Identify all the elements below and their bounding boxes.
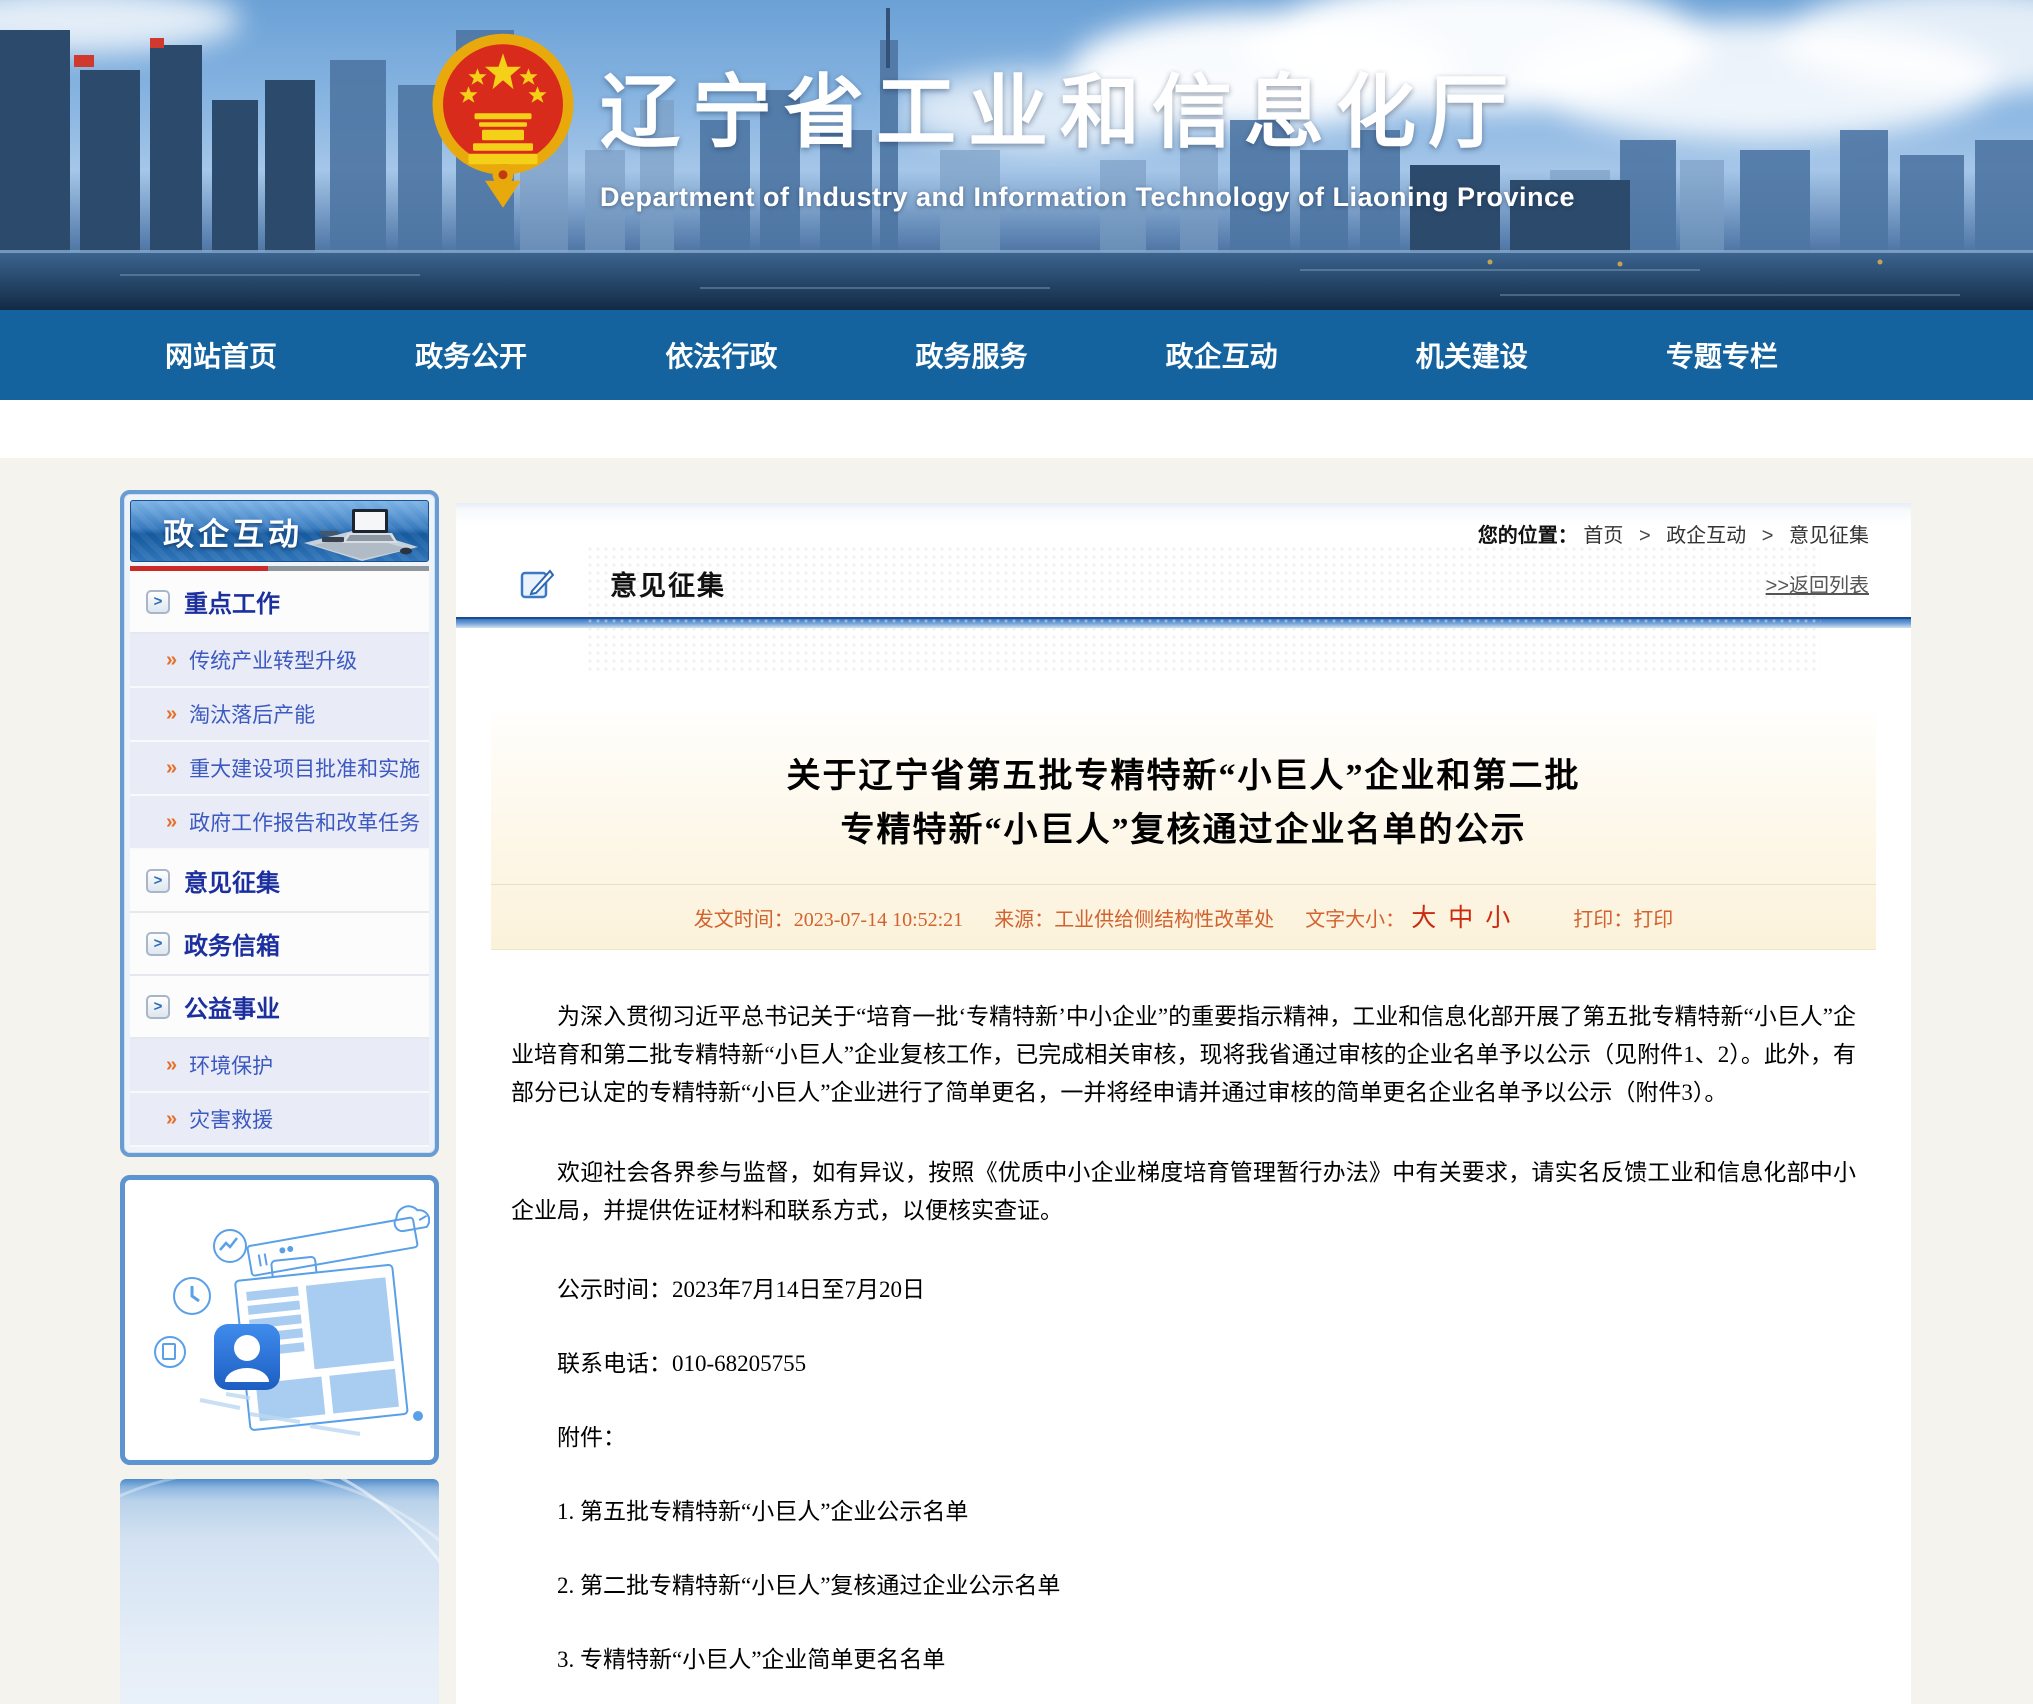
publish-time: 2023-07-14 10:52:21 [794,909,963,931]
breadcrumb: 您的位置： 首页 > 政企互动 > 意见征集 [456,503,1911,548]
breadcrumb-separator: > [1762,525,1774,547]
article-title-line2: 专精特新“小巨人”复核通过企业名单的公示 [841,812,1527,849]
sidebar-group-label: 公益事业 [184,989,280,1024]
browser-illustration-image [130,1184,430,1456]
article-title-line1: 关于辽宁省第五批专精特新“小巨人”企业和第二批 [787,758,1581,795]
print-label: 打印： [1573,909,1633,931]
nav-item-special[interactable]: 专题专栏 [1666,335,1778,375]
print-button[interactable]: 打印 [1633,909,1673,931]
sidebar-header: 政企互动 [130,500,429,562]
nav-item-gov-info[interactable]: 政务公开 [415,335,527,375]
attachment-link-3[interactable]: 3. 专精特新“小巨人”企业简单更名名单 [511,1640,1856,1674]
fontsize-large-button[interactable]: 大 [1411,905,1436,932]
attachment-label: 附件： [511,1418,1856,1452]
sidebar-sub-label: 淘汰落后产能 [189,699,315,729]
national-emblem [428,26,578,214]
site-subtitle: Department of Industry and Information T… [600,182,1575,213]
site-title: 辽宁省工业和信息化厅 [600,48,1575,164]
nav-item-gov-services[interactable]: 政务服务 [915,335,1027,375]
attachment-link-2[interactable]: 2. 第二批专精特新“小巨人”复核通过企业公示名单 [511,1566,1856,1600]
sidebar-item-gov-mailbox[interactable]: > 政务信箱 [130,913,429,976]
sidebar-group-label: 政务信箱 [184,926,280,961]
nav-item-agency[interactable]: 机关建设 [1416,335,1528,375]
top-navigation: 网站首页 政务公开 依法行政 政务服务 政企互动 机关建设 专题专栏 [0,310,2033,400]
sidebar: 政企互动 > [120,458,439,1704]
breadcrumb-label: 您的位置： [1478,525,1578,547]
attachment-link-1[interactable]: 1. 第五批专精特新“小巨人”企业公示名单 [511,1492,1856,1526]
main-panel: 您的位置： 首页 > 政企互动 > 意见征集 意见征集 >>返回列表 [456,503,1911,1704]
sidebar-sub-label: 政府工作报告和改革任务 [189,807,420,837]
breadcrumb-home[interactable]: 首页 [1583,525,1623,547]
sidebar-sub-label: 传统产业转型升级 [189,645,357,675]
fontsize-small-button[interactable]: 小 [1485,905,1510,932]
fontsize-label: 文字大小： [1305,909,1405,931]
sidebar-item-phase-out[interactable]: » 淘汰落后产能 [130,688,429,742]
laptop-icon [300,507,420,561]
breadcrumb-opinion[interactable]: 意见征集 [1789,525,1869,547]
nav-item-home[interactable]: 网站首页 [165,335,277,375]
sidebar-title: 政企互动 [163,509,303,554]
contact-phone-line: 联系电话：010-68205755 [511,1344,1856,1378]
sidebar-item-public-welfare[interactable]: > 公益事业 [130,976,429,1039]
article-paragraph: 欢迎社会各界参与监督，如有异议，按照《优质中小企业梯度培育管理暂行办法》中有关要… [511,1154,1856,1230]
nav-item-law-admin[interactable]: 依法行政 [665,335,777,375]
fontsize-medium-button[interactable]: 中 [1448,905,1473,932]
sidebar-item-key-work[interactable]: > 重点工作 [130,571,429,634]
source-label: 来源： [994,909,1054,931]
public-time-line: 公示时间：2023年7月14日至7月20日 [511,1270,1856,1304]
double-arrow-icon: » [166,757,177,780]
sidebar-item-major-projects[interactable]: » 重大建设项目批准和实施 [130,742,429,796]
page: 辽宁省工业和信息化厅 Department of Industry and In… [0,0,2033,1704]
sidebar-group-label: 意见征集 [184,863,280,898]
double-arrow-icon: » [166,649,177,672]
sidebar-item-industry-upgrade[interactable]: » 传统产业转型升级 [130,634,429,688]
source-value: 工业供给侧结构性改革处 [1054,909,1274,931]
sidebar-underline [130,566,429,571]
chevron-right-icon: > [146,869,170,893]
sidebar-illustration [120,1175,439,1465]
sidebar-item-gov-report[interactable]: » 政府工作报告和改革任务 [130,796,429,850]
double-arrow-icon: » [166,811,177,834]
edit-icon [520,567,554,601]
section-title: 意见征集 [610,564,726,603]
sidebar-item-environment[interactable]: » 环境保护 [130,1039,429,1093]
sidebar-item-disaster-relief[interactable]: » 灾害救援 [130,1093,429,1147]
article-meta: 发文时间：2023-07-14 10:52:21 来源：工业供给侧结构性改革处 … [491,884,1876,949]
sidebar-group-label: 重点工作 [184,584,280,619]
sidebar-sub-label: 灾害救援 [189,1104,273,1134]
site-banner: 辽宁省工业和信息化厅 Department of Industry and In… [0,0,2033,310]
chevron-right-icon: > [146,590,170,614]
sidebar-menu: > 重点工作 » 传统产业转型升级 » 淘汰落后产能 » 重大建设项目批准和实施 [130,571,429,1147]
article-paragraph: 为深入贯彻习近平总书记关于“培育一批‘专精特新’中小企业”的重要指示精神，工业和… [511,998,1856,1112]
article-title-box: 关于辽宁省第五批专精特新“小巨人”企业和第二批 专精特新“小巨人”复核通过企业名… [491,712,1876,950]
publish-time-label: 发文时间： [694,909,794,931]
sidebar-decoration [120,1479,439,1704]
article-title: 关于辽宁省第五批专精特新“小巨人”企业和第二批 专精特新“小巨人”复核通过企业名… [491,712,1876,858]
breadcrumb-gov-enterprise[interactable]: 政企互动 [1666,525,1746,547]
breadcrumb-separator: > [1639,525,1651,547]
chevron-right-icon: > [146,995,170,1019]
article: 关于辽宁省第五批专精特新“小巨人”企业和第二批 专精特新“小巨人”复核通过企业名… [456,712,1911,1704]
nav-item-gov-enterprise[interactable]: 政企互动 [1166,335,1278,375]
back-to-list-link[interactable]: >>返回列表 [1766,569,1869,598]
spacer [0,400,2033,458]
double-arrow-icon: » [166,1054,177,1077]
section-divider [456,617,1911,628]
double-arrow-icon: » [166,1108,177,1131]
chevron-right-icon: > [146,932,170,956]
sidebar-sub-label: 重大建设项目批准和实施 [189,753,420,783]
double-arrow-icon: » [166,703,177,726]
sidebar-sub-label: 环境保护 [189,1050,273,1080]
sidebar-item-opinion-collection[interactable]: > 意见征集 [130,850,429,913]
